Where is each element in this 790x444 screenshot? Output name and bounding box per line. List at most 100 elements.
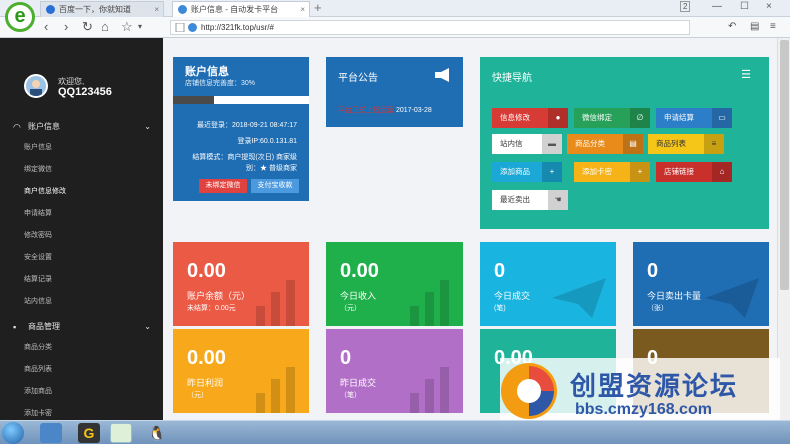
tools-icon[interactable]: ▤ bbox=[750, 19, 759, 35]
message-icon: ▬ bbox=[542, 134, 562, 154]
tab-baidu[interactable]: 百度一下，你就知道 × bbox=[40, 1, 164, 17]
dropdown-icon[interactable]: ▾ bbox=[138, 19, 142, 35]
forward-icon[interactable]: › bbox=[64, 19, 68, 35]
button-label: 商品列表 bbox=[656, 139, 686, 148]
close-window-button[interactable]: × bbox=[766, 1, 772, 12]
button-label: 最近卖出 bbox=[500, 195, 530, 204]
sidebar-item-security[interactable]: 安全设置 bbox=[0, 250, 163, 266]
chevron-down-icon: ⌄ bbox=[144, 122, 151, 131]
account-title: 账户信息 bbox=[185, 66, 229, 78]
sidebar-item-messages[interactable]: 站内信息 bbox=[0, 294, 163, 310]
sidebar-item-apply-settle[interactable]: 申请结算 bbox=[0, 206, 163, 222]
url-text: http://321fk.top/usr/# bbox=[201, 23, 274, 32]
browser-logo-icon: e bbox=[5, 2, 35, 32]
stat-value: 0.00 bbox=[340, 260, 379, 282]
undo-icon[interactable]: ↶ bbox=[728, 19, 736, 35]
merchant-level: 别：★ 普级商家 bbox=[246, 165, 297, 172]
button-label: 添加卡密 bbox=[582, 167, 612, 176]
reload-icon[interactable]: ↻ bbox=[82, 19, 93, 35]
progress-fill bbox=[173, 96, 214, 104]
url-input[interactable]: http://321fk.top/usr/# bbox=[170, 20, 690, 35]
scrollbar-thumb[interactable] bbox=[780, 40, 789, 290]
quick-add-goods-button[interactable]: 添加商品 + bbox=[492, 162, 562, 182]
plus-icon: + bbox=[630, 162, 650, 182]
site-favicon-icon bbox=[188, 23, 197, 32]
paper-plane-icon bbox=[552, 278, 606, 318]
menu-section-account[interactable]: ◠ 账户信息 ⌄ bbox=[0, 118, 163, 136]
sidebar-item-change-password[interactable]: 修改密码 bbox=[0, 228, 163, 244]
start-button[interactable] bbox=[2, 422, 24, 444]
button-label: 申请结算 bbox=[664, 113, 694, 122]
paper-plane-icon bbox=[705, 278, 759, 318]
stat-card-balance: 0.00 账户余额（元） 未结算：0.00元 bbox=[173, 242, 309, 326]
stat-card-today-income: 0.00 今日收入 （元） bbox=[326, 242, 463, 326]
plus-icon: + bbox=[542, 162, 562, 182]
quick-add-card-button[interactable]: 添加卡密 + bbox=[574, 162, 650, 182]
quick-apply-settle-button[interactable]: 申请结算 ▭ bbox=[656, 108, 732, 128]
back-icon[interactable]: ‹ bbox=[44, 19, 48, 35]
stat-card-today-orders: 0 今日成交 (笔) bbox=[480, 242, 616, 326]
menu-section-goods[interactable]: ▪ 商品管理 ⌄ bbox=[0, 318, 163, 336]
sidebar-item-goods-list[interactable]: 商品列表 bbox=[0, 362, 163, 378]
quick-goods-list-button[interactable]: 商品列表 ≡ bbox=[648, 134, 724, 154]
address-bar: ‹ › ↻ ⌂ ☆ ▾ http://321fk.top/usr/# ↶ ▤ ≡ bbox=[0, 17, 790, 38]
minimize-button[interactable]: — bbox=[712, 1, 722, 12]
quick-messages-button[interactable]: 站内信 ▬ bbox=[492, 134, 562, 154]
sidebar-item-add-goods[interactable]: 添加商品 bbox=[0, 384, 163, 400]
taskbar-window-icon[interactable] bbox=[40, 423, 62, 443]
sidebar-item-settle-records[interactable]: 结算记录 bbox=[0, 272, 163, 288]
tab-close-icon[interactable]: × bbox=[154, 2, 159, 17]
stat-label: 昨日成交 bbox=[340, 378, 377, 388]
tab-close-icon[interactable]: × bbox=[300, 2, 305, 17]
quick-goods-category-button[interactable]: 商品分类 ▤ bbox=[567, 134, 643, 154]
quick-shop-link-button[interactable]: 店铺链接 ⌂ bbox=[656, 162, 732, 182]
taskbar-g-icon[interactable]: G bbox=[78, 423, 100, 443]
stat-sub: （元） bbox=[340, 305, 361, 312]
alipay-button[interactable]: 支付宝收款 bbox=[251, 179, 299, 193]
stat-sub: （笔） bbox=[340, 392, 361, 399]
sidebar-item-goods-category[interactable]: 商品分类 bbox=[0, 340, 163, 356]
bind-wechat-button[interactable]: 未绑定微信 bbox=[199, 179, 247, 193]
stat-sub: 未结算：0.00元 bbox=[187, 305, 236, 312]
button-label: 店铺链接 bbox=[664, 167, 694, 176]
button-label: 微信绑定 bbox=[582, 113, 612, 122]
tab-account[interactable]: 账户信息 - 自动发卡平台 × bbox=[172, 1, 310, 17]
link-icon: ∅ bbox=[630, 108, 650, 128]
stat-sub: (笔) bbox=[494, 305, 506, 312]
stat-sub: （张） bbox=[647, 305, 668, 312]
notice-link[interactable]: 平台正式上线运营 bbox=[338, 107, 394, 114]
stat-label: 账户余额（元） bbox=[187, 291, 251, 301]
new-tab-button[interactable]: + bbox=[314, 0, 322, 15]
stat-sub: （元） bbox=[187, 392, 208, 399]
watermark-title: 创盟资源论坛 bbox=[570, 372, 739, 402]
watermark-url: bbs.cmzy168.com bbox=[575, 401, 712, 418]
tab-label: 百度一下，你就知道 bbox=[59, 5, 131, 14]
notice-item[interactable]: 平台正式上线运营 2017-03-28 bbox=[338, 105, 432, 115]
sidebar-item-account-info[interactable]: 账户信息 bbox=[0, 140, 163, 156]
tab-count-badge[interactable]: 2 bbox=[680, 1, 691, 12]
home-icon[interactable]: ⌂ bbox=[101, 19, 109, 35]
taskbar-browser-icon[interactable] bbox=[110, 423, 132, 443]
avatar[interactable] bbox=[24, 74, 48, 98]
star-icon[interactable]: ☆ bbox=[121, 19, 133, 35]
stat-value: 0 bbox=[494, 260, 506, 282]
user-avatar-icon bbox=[26, 76, 46, 96]
stat-label: 今日收入 bbox=[340, 291, 377, 301]
dashboard-icon: ◠ bbox=[13, 122, 21, 132]
menu-icon[interactable]: ≡ bbox=[770, 19, 776, 35]
sidebar-item-bind-wechat[interactable]: 绑定微信 bbox=[0, 162, 163, 178]
button-label: 站内信 bbox=[500, 139, 523, 148]
stat-label: 今日成交 bbox=[494, 291, 531, 301]
quick-edit-info-button[interactable]: 信息修改 ● bbox=[492, 108, 568, 128]
section-label: 商品管理 bbox=[28, 322, 60, 331]
quick-wechat-bind-button[interactable]: 微信绑定 ∅ bbox=[574, 108, 650, 128]
sidebar-item-merchant-edit[interactable]: 商户信息修改 bbox=[0, 184, 163, 200]
quick-recent-sold-button[interactable]: 最近卖出 ☚ bbox=[492, 190, 568, 210]
maximize-button[interactable]: ☐ bbox=[740, 1, 749, 12]
sidebar: 欢迎您, QQ123456 ◠ 账户信息 ⌄ 账户信息 绑定微信 商户信息修改 … bbox=[0, 38, 163, 420]
baidu-favicon-icon bbox=[46, 5, 55, 14]
taskbar-qq-icon[interactable]: 🐧 bbox=[146, 423, 168, 443]
watermark-logo-icon bbox=[501, 363, 557, 419]
stat-value: 0 bbox=[340, 347, 352, 369]
button-label: 信息修改 bbox=[500, 113, 530, 122]
